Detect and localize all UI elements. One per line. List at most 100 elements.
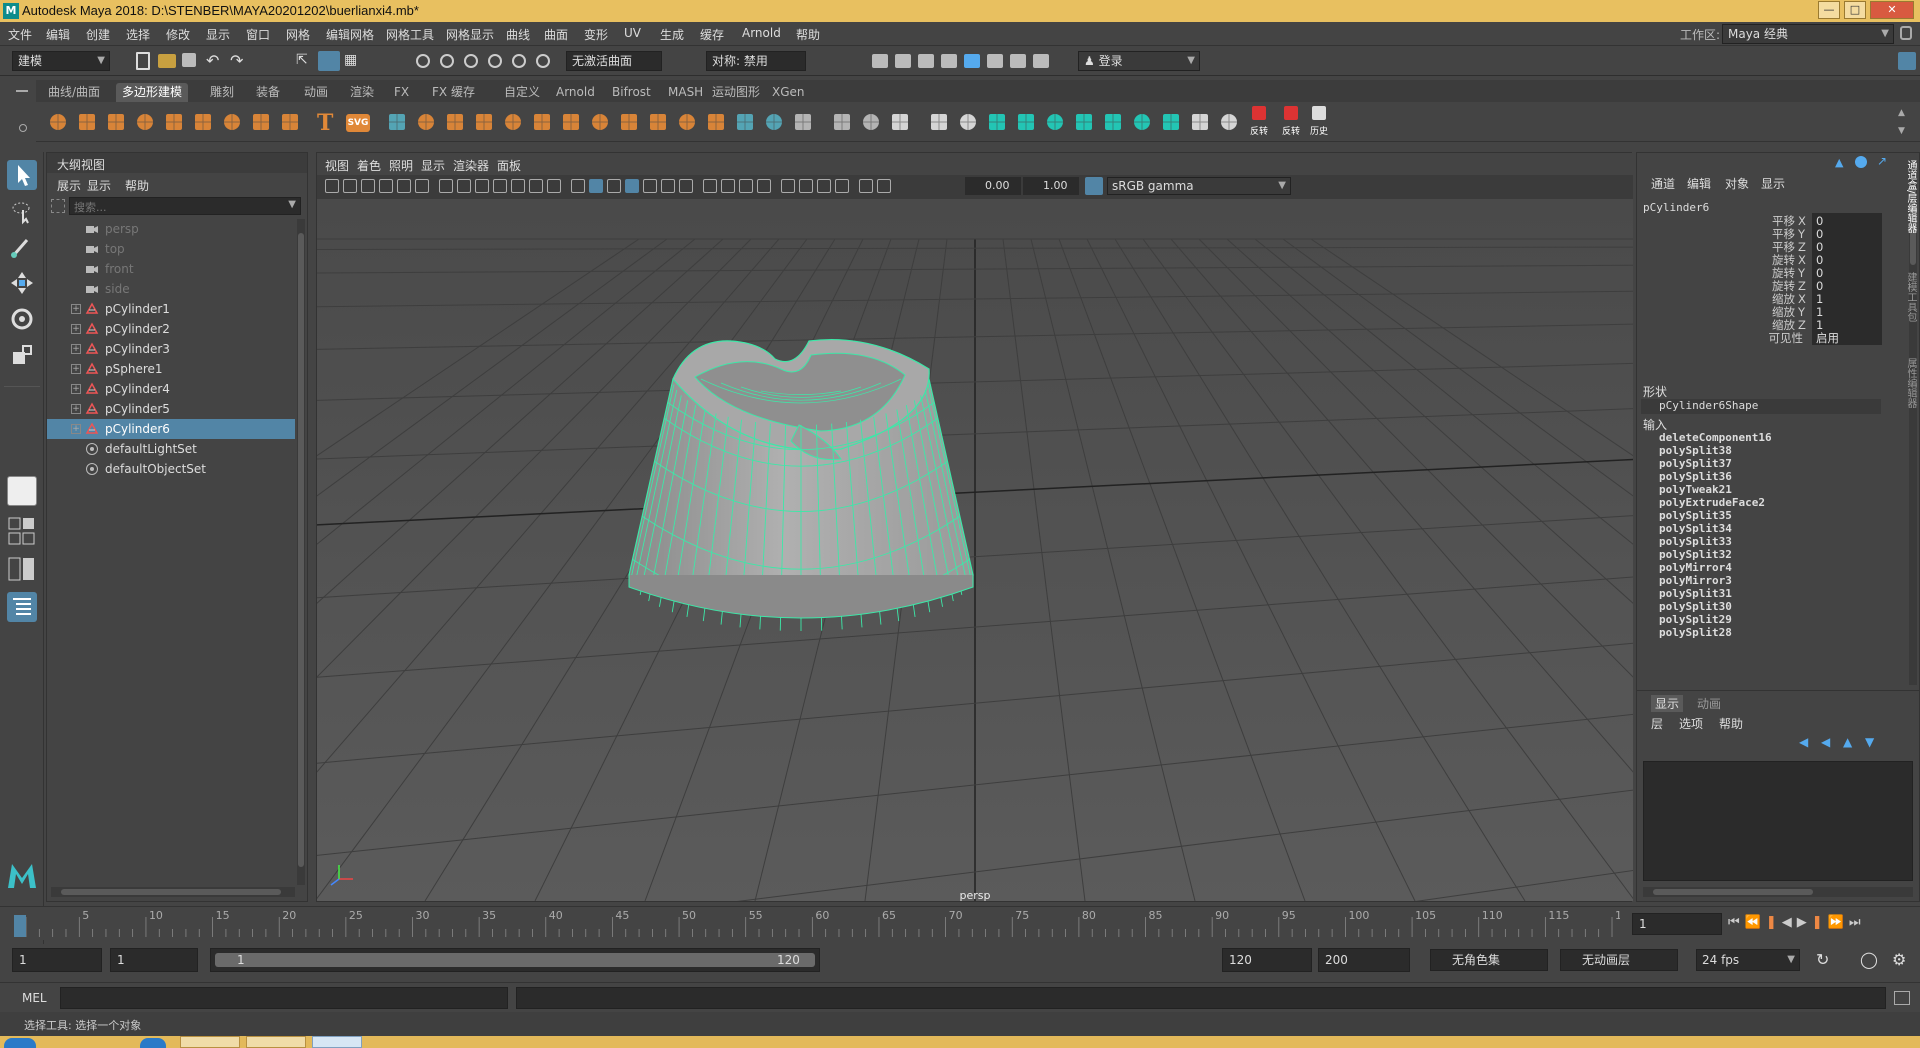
side-by-side-layout-icon[interactable]	[7, 554, 37, 584]
shadows-icon[interactable]	[679, 179, 693, 193]
select-tool-icon[interactable]	[7, 160, 37, 190]
poly-sphere-icon[interactable]	[46, 110, 70, 134]
login-button[interactable]: ♟ 登录 ▼	[1078, 51, 1200, 71]
outliner-item-front[interactable]: front	[47, 259, 295, 279]
quad-draw-icon[interactable]	[830, 110, 854, 134]
select-hierarchy-icon[interactable]: ⇱	[296, 52, 314, 70]
bevel-icon[interactable]	[617, 110, 641, 134]
step-forward-frame-icon[interactable]: ❚	[1812, 915, 1828, 930]
unfold-icon[interactable]	[1159, 110, 1183, 134]
shelf-settings-icon[interactable]	[19, 124, 27, 132]
bookmarks-icon[interactable]	[361, 179, 375, 193]
menu-item-13[interactable]: 变形	[584, 26, 608, 43]
outliner-vscrollbar[interactable]	[297, 219, 305, 885]
layer-menu-0[interactable]: 层	[1651, 715, 1663, 732]
hypershade-icon[interactable]	[964, 54, 980, 68]
outliner-item-defaultobjectset[interactable]: defaultObjectSet	[47, 459, 295, 479]
shelf-tab-7[interactable]: FX 缓存	[426, 83, 481, 102]
snap-view-plane-icon[interactable]	[512, 54, 526, 68]
input-node-polysplit35[interactable]: polySplit35	[1659, 509, 1732, 522]
shelf-tab-0[interactable]: 曲线/曲面	[42, 83, 106, 102]
gamma-field[interactable]: 1.00	[1023, 177, 1079, 195]
loop-icon[interactable]: ↻	[1816, 950, 1829, 969]
snap-projected-center-icon[interactable]	[488, 54, 502, 68]
outliner-item-pcylinder5[interactable]: + pCylinder5	[47, 399, 295, 419]
outliner-item-side[interactable]: side	[47, 279, 295, 299]
render-view-icon[interactable]	[941, 54, 957, 68]
expand-icon[interactable]: +	[71, 324, 81, 334]
channelbox-menu-2[interactable]: 对象	[1725, 175, 1749, 192]
motion-blur-icon[interactable]	[721, 179, 735, 193]
gamma-icon[interactable]	[877, 179, 891, 193]
menu-item-11[interactable]: 曲线	[506, 26, 530, 43]
field-chart-icon[interactable]	[511, 179, 525, 193]
play-forwards-icon[interactable]: ▶	[1797, 915, 1812, 930]
outliner-hscroll-thumb[interactable]	[61, 889, 281, 895]
outliner-menu-2[interactable]: 帮助	[125, 177, 149, 194]
gate-mask-icon[interactable]	[493, 179, 507, 193]
input-node-deletecomponent16[interactable]: deleteComponent16	[1659, 431, 1772, 444]
menu-item-12[interactable]: 曲面	[544, 26, 568, 43]
scene-start-field[interactable]: 1	[12, 948, 102, 972]
transfer-icon[interactable]	[1130, 110, 1154, 134]
anim-layer-select[interactable]: 无动画层	[1560, 949, 1678, 971]
screen-space-ao-icon[interactable]	[703, 179, 717, 193]
xray-active-icon[interactable]	[817, 179, 831, 193]
outliner-hscrollbar[interactable]	[51, 887, 295, 897]
circularize-icon[interactable]	[1043, 110, 1067, 134]
expand-icon[interactable]: +	[71, 344, 81, 354]
taskbar-app-icon[interactable]	[140, 1038, 166, 1048]
menu-item-7[interactable]: 网格	[286, 26, 310, 43]
colorspace-select[interactable]: sRGB gamma ▼	[1107, 177, 1291, 195]
make-live-icon[interactable]	[536, 54, 550, 68]
step-back-frame-icon[interactable]: ❚	[1766, 915, 1782, 930]
close-button[interactable]: ✕	[1870, 1, 1914, 19]
input-node-polytweak21[interactable]: polyTweak21	[1659, 483, 1732, 496]
lasso-tool-icon[interactable]	[7, 196, 37, 226]
command-input[interactable]	[60, 987, 508, 1009]
input-node-polysplit32[interactable]: polySplit32	[1659, 548, 1732, 561]
smooth-icon[interactable]	[443, 110, 467, 134]
pcylinder6-mesh[interactable]	[628, 338, 974, 631]
save-scene-icon[interactable]	[182, 53, 196, 67]
snap-curve-icon[interactable]	[440, 54, 454, 68]
expand-icon[interactable]: +	[71, 304, 81, 314]
crease-icon[interactable]	[956, 110, 980, 134]
safe-action-icon[interactable]	[529, 179, 543, 193]
fill-hole-icon[interactable]	[704, 110, 728, 134]
shelf-tab-1[interactable]: 多边形建模	[116, 83, 189, 102]
shelf-tab-4[interactable]: 动画	[298, 83, 334, 102]
isolate-select-icon[interactable]	[781, 179, 795, 193]
shelf-history-button[interactable]: 历史	[1306, 106, 1332, 140]
shelf-tab-8[interactable]: 自定义	[498, 83, 546, 102]
select-camera-icon[interactable]	[325, 179, 339, 193]
current-frame-field[interactable]: 1	[1632, 913, 1722, 935]
outliner-layout-icon[interactable]	[7, 592, 37, 622]
shelf-scroll-up-icon[interactable]: ▲	[1898, 108, 1905, 118]
exposure-icon[interactable]	[859, 179, 873, 193]
flip-icon[interactable]	[1101, 110, 1125, 134]
step-back-key-icon[interactable]: ⏪	[1745, 915, 1766, 930]
expand-icon[interactable]: +	[71, 384, 81, 394]
taskbar-window-2[interactable]	[246, 1036, 306, 1048]
channelbox-menu-3[interactable]: 显示	[1761, 175, 1785, 192]
outliner-vscroll-thumb[interactable]	[298, 233, 304, 867]
outliner-item-pcylinder3[interactable]: + pCylinder3	[47, 339, 295, 359]
multi-cut-icon[interactable]	[733, 110, 757, 134]
append-icon[interactable]	[675, 110, 699, 134]
exposure-field[interactable]: 0.00	[965, 177, 1021, 195]
pivot-icon[interactable]	[1014, 110, 1038, 134]
menu-item-4[interactable]: 修改	[166, 26, 190, 43]
live-surface-field[interactable]: 无激活曲面	[566, 51, 662, 71]
input-node-polysplit28[interactable]: polySplit28	[1659, 626, 1732, 639]
depth-of-field-icon[interactable]	[757, 179, 771, 193]
bridge-icon[interactable]	[559, 110, 583, 134]
type-tool-icon[interactable]: T	[317, 110, 341, 136]
anti-aliasing-icon[interactable]	[739, 179, 753, 193]
resolution-gate-icon[interactable]	[475, 179, 489, 193]
ipr-render-icon[interactable]	[918, 54, 934, 68]
shelf-flip1-button[interactable]: 反转	[1246, 106, 1272, 140]
layer-tab-1[interactable]: 动画	[1697, 695, 1721, 712]
playback-start-field[interactable]: 1	[110, 948, 198, 972]
anim-prefs-icon[interactable]: ⚙	[1892, 950, 1906, 969]
